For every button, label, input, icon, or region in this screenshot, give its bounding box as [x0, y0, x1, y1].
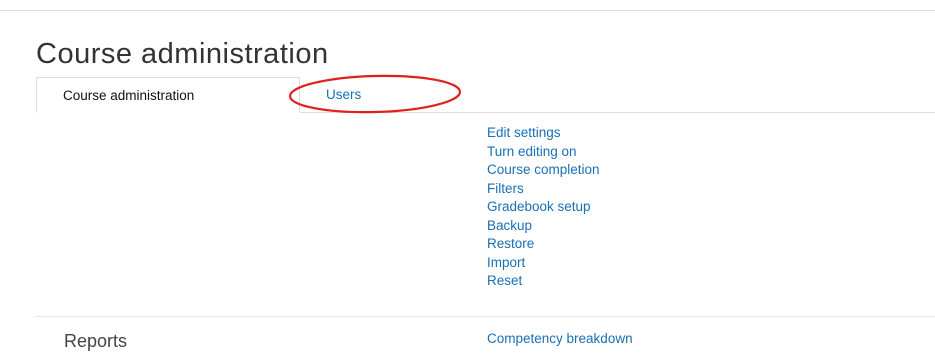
menu-item-course-completion[interactable]: Course completion	[487, 161, 600, 180]
tab-users[interactable]: Users	[326, 77, 416, 112]
menu-item-edit-settings[interactable]: Edit settings	[487, 124, 600, 143]
menu-item-gradebook-setup[interactable]: Gradebook setup	[487, 198, 600, 217]
tab-bar: Course administration Users	[36, 74, 935, 114]
menu-item-import[interactable]: Import	[487, 254, 600, 273]
reports-item-competency-breakdown[interactable]: Competency breakdown	[487, 331, 633, 346]
section-divider	[36, 316, 935, 317]
menu-item-backup[interactable]: Backup	[487, 217, 600, 236]
menu-item-reset[interactable]: Reset	[487, 272, 600, 291]
tab-course-administration[interactable]: Course administration	[36, 77, 300, 113]
page-title: Course administration	[36, 38, 329, 70]
page: Course administration Course administrat…	[0, 0, 935, 353]
menu-item-restore[interactable]: Restore	[487, 235, 600, 254]
menu-item-turn-editing-on[interactable]: Turn editing on	[487, 143, 600, 162]
reports-heading: Reports	[64, 331, 128, 351]
course-admin-menu: Edit settings Turn editing on Course com…	[487, 124, 600, 291]
menu-item-filters[interactable]: Filters	[487, 180, 600, 199]
top-divider	[0, 10, 935, 11]
